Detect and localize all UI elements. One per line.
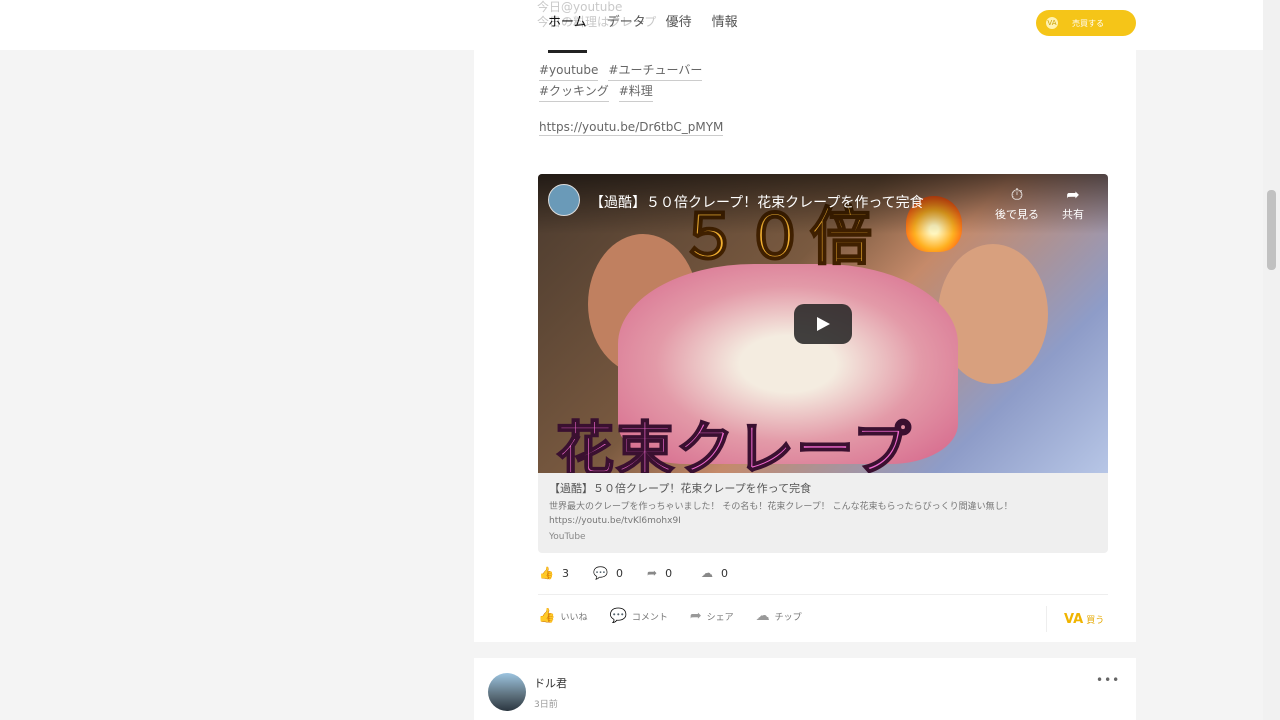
video-thumbnail[interactable]: ５０倍 花束クレープ 【過酷】５０倍クレープ！花束クレープを作って完食 ⏱ 後で…: [538, 174, 1108, 473]
comment-count-value: 0: [615, 566, 623, 580]
hashtag-cooking[interactable]: #クッキング: [539, 81, 609, 102]
tip-outline-icon: ☁: [755, 608, 770, 624]
va-logo-icon: VA: [1064, 612, 1084, 627]
buy-button[interactable]: VA 買う: [1064, 612, 1104, 627]
share-label: シェア: [706, 612, 734, 623]
buy-label: 買う: [1086, 616, 1105, 626]
watch-later-label: 後で見る: [995, 208, 1039, 221]
share-icon: ➦: [647, 566, 658, 580]
embed-description-line-1: 世界最大のクレープを作っちゃいました！ その名も！花束クレープ！ こんな花束もら…: [549, 502, 1013, 512]
channel-avatar[interactable]: [548, 184, 580, 216]
post-author[interactable]: ドル君: [534, 675, 567, 691]
comment-count: 💬 0: [593, 566, 647, 580]
thumbnail-caption: 花束クレープ: [555, 414, 913, 473]
comment-button[interactable]: 💬 コメント: [609, 608, 667, 624]
action-divider: [1046, 606, 1047, 632]
tab-info[interactable]: 情報: [712, 0, 738, 50]
like-button[interactable]: 👍 いいね: [538, 608, 587, 624]
page-scrollbar[interactable]: [1263, 0, 1280, 720]
embed-description: 世界最大のクレープを作っちゃいました！ その名も！花束クレープ！ こんな花束もら…: [549, 500, 1099, 528]
play-button[interactable]: [794, 304, 852, 344]
main-nav-tabs: ホーム データ 優待 情報: [548, 0, 738, 53]
like-label: いいね: [560, 612, 588, 623]
embed-title[interactable]: 【過酷】５０倍クレープ！花束クレープを作って完食: [549, 482, 1099, 496]
video-share-button[interactable]: ➦ 共有: [1062, 186, 1084, 222]
share-arrow-icon: ➦: [1066, 185, 1080, 204]
post-time: 3日前: [534, 700, 558, 710]
va-coin-icon: VA: [1046, 17, 1058, 29]
video-link[interactable]: https://youtu.be/Dr6tbC_pMYM: [539, 120, 724, 136]
tip-button[interactable]: ☁ チップ: [756, 608, 802, 624]
tab-home[interactable]: ホーム: [548, 0, 587, 53]
trade-button-label: 売買する: [1072, 18, 1104, 28]
avatar[interactable]: [488, 673, 526, 711]
embed-source: YouTube: [549, 532, 586, 542]
tab-data[interactable]: データ: [607, 0, 646, 50]
hashtag-food[interactable]: #料理: [618, 81, 653, 102]
share-count-value: 0: [665, 566, 673, 580]
comment-outline-icon: 💬: [609, 608, 627, 624]
embed-info: 【過酷】５０倍クレープ！花束クレープを作って完食 世界最大のクレープを作っちゃい…: [549, 482, 1099, 542]
share-outline-icon: ➦: [689, 608, 702, 624]
like-count-value: 3: [561, 566, 569, 580]
tip-count: ☁ 0: [701, 566, 755, 580]
divider: [538, 594, 1108, 595]
trade-button[interactable]: VA 売買する: [1036, 10, 1136, 36]
post-stats: 👍 3 💬 0 ➦ 0 ☁ 0: [539, 566, 755, 580]
post-actions: 👍 いいね 💬 コメント ➦ シェア ☁ チップ: [538, 608, 824, 624]
watch-later-button[interactable]: ⏱ 後で見る: [995, 186, 1039, 222]
share-button[interactable]: ➦ シェア: [690, 608, 734, 624]
like-count: 👍 3: [539, 566, 593, 580]
video-share-label: 共有: [1062, 208, 1084, 221]
tab-benefits[interactable]: 優待: [666, 0, 692, 50]
tip-count-value: 0: [721, 566, 728, 580]
thumbs-up-outline-icon: 👍: [538, 608, 556, 624]
more-options-icon[interactable]: •••: [1096, 673, 1120, 687]
video-title[interactable]: 【過酷】５０倍クレープ！花束クレープを作って完食: [590, 192, 924, 212]
hashtag-youtuber[interactable]: #ユーチューバー: [608, 60, 703, 81]
share-count: ➦ 0: [647, 566, 701, 580]
next-post-card: [474, 658, 1136, 720]
hashtag-list: #youtube #ユーチューバー #クッキング #料理: [539, 60, 703, 102]
embed-description-line-2: https://youtu.be/tvKl6mohx9I: [549, 516, 681, 526]
hashtag-youtube[interactable]: #youtube: [539, 60, 599, 81]
clock-icon: ⏱: [1010, 185, 1024, 204]
tip-icon: ☁: [701, 566, 713, 580]
thumbs-up-icon: 👍: [539, 566, 554, 580]
tip-label: チップ: [774, 612, 802, 623]
speech-bubble-icon: 💬: [593, 566, 608, 580]
youtube-embed-card[interactable]: ５０倍 花束クレープ 【過酷】５０倍クレープ！花束クレープを作って完食 ⏱ 後で…: [538, 174, 1108, 553]
scrollbar-thumb[interactable]: [1267, 190, 1276, 270]
comment-label: コメント: [631, 612, 668, 623]
